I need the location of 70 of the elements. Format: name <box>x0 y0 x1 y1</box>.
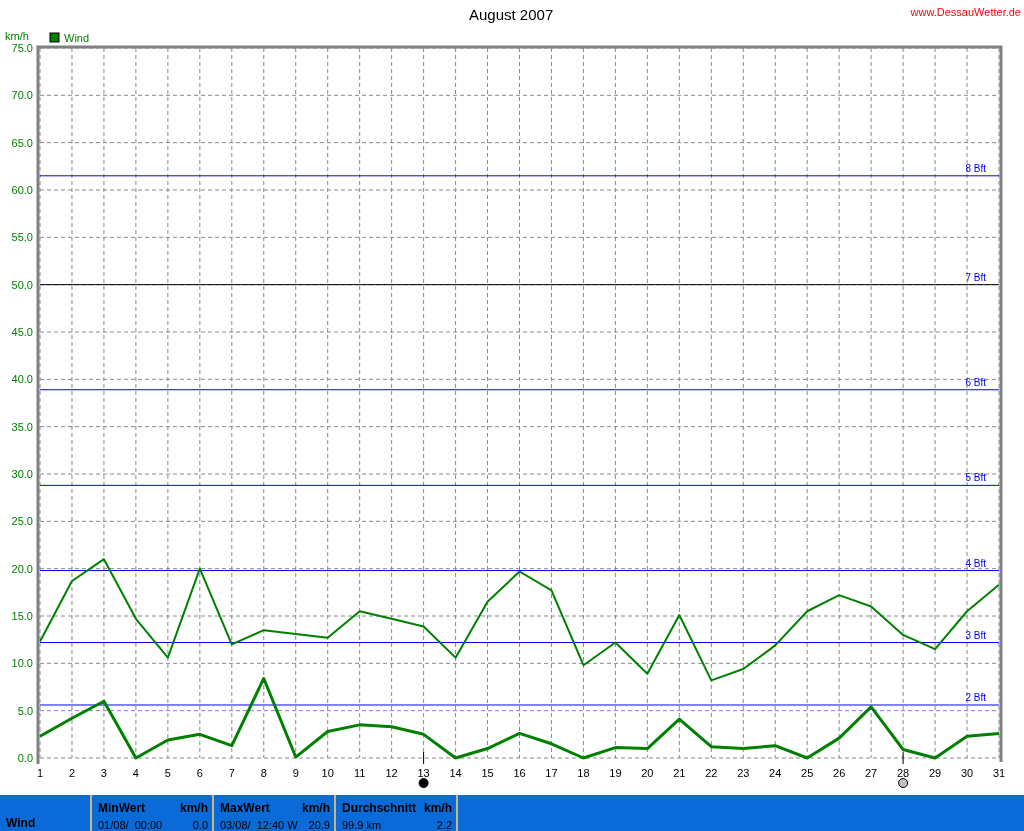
x-tick-label: 17 <box>545 767 558 779</box>
summary-label: Wind <box>6 816 37 830</box>
x-tick-label: 14 <box>449 767 462 779</box>
x-tick-label: 30 <box>960 767 974 779</box>
x-tick-label: 8 <box>260 767 267 779</box>
y-tick-label: 75.0 <box>11 42 33 54</box>
threshold-label: 4 Bft <box>965 557 986 569</box>
y-tick-label: 15.0 <box>11 610 33 622</box>
y-tick-label: 10.0 <box>11 657 33 670</box>
y-tick-label: 30.0 <box>11 468 33 480</box>
y-tick-label: 25.0 <box>11 515 33 528</box>
x-tick-label: 15 <box>481 767 494 779</box>
column-value: 2.2 <box>436 819 452 831</box>
y-tick-label: 0.0 <box>17 752 33 764</box>
x-tick-label: 5 <box>164 767 171 779</box>
x-tick-label: 24 <box>769 767 782 779</box>
x-tick-label: 13 <box>417 767 430 779</box>
legend-label: Wind <box>64 32 90 44</box>
x-tick-label: 11 <box>353 767 366 779</box>
column-detail: 03/08/ 12:40 W <box>220 819 298 831</box>
x-tick-label: 19 <box>609 767 622 779</box>
x-tick-label: 29 <box>928 767 942 779</box>
y-axis-unit: km/h <box>5 30 29 42</box>
x-tick-label: 18 <box>577 767 590 779</box>
column-heading: Durchschnitt <box>342 801 416 815</box>
y-tick-label: 40.0 <box>11 373 33 386</box>
x-tick-label: 31 <box>992 767 1006 779</box>
y-tick-label: 55.0 <box>11 231 33 244</box>
x-tick-label: 12 <box>385 767 398 779</box>
x-tick-label: 20 <box>641 767 654 779</box>
column-heading: MinWert <box>98 801 146 815</box>
x-tick-label: 27 <box>865 767 878 779</box>
x-tick-label: 28 <box>896 767 910 779</box>
y-tick-label: 5.0 <box>17 704 33 717</box>
column-heading: MaxWert <box>220 801 270 815</box>
threshold-label: 3 Bft <box>965 629 986 641</box>
y-tick-label: 50.0 <box>11 278 33 291</box>
column-unit: km/h <box>180 801 208 815</box>
threshold-label: 2 Bft <box>965 692 986 703</box>
threshold-label: 5 Bft <box>965 472 986 484</box>
x-tick-label: 21 <box>673 767 686 779</box>
x-tick-label: 26 <box>833 767 846 779</box>
y-tick-label: 20.0 <box>11 562 33 575</box>
threshold-label: 6 Bft <box>965 376 986 388</box>
y-tick-label: 35.0 <box>11 420 33 433</box>
x-tick-label: 3 <box>100 767 107 779</box>
x-tick-label: 25 <box>801 767 814 779</box>
chart-title: August 2007 <box>469 6 554 23</box>
y-tick-label: 65.0 <box>11 136 33 149</box>
x-tick-label: 4 <box>132 767 139 779</box>
column-detail: 99.9 km <box>342 819 382 831</box>
column-detail: 01/08/ 00:00 <box>98 819 163 831</box>
column-unit: km/h <box>302 801 330 815</box>
x-tick-label: 10 <box>321 767 334 779</box>
threshold-label: 7 Bft <box>965 271 986 283</box>
x-tick-label: 23 <box>737 767 750 779</box>
x-tick-label: 6 <box>196 767 203 779</box>
x-tick-label: 16 <box>513 767 526 779</box>
x-tick-label: 1 <box>36 767 44 779</box>
threshold-label: 8 Bft <box>965 162 986 174</box>
x-tick-label: 7 <box>228 767 235 779</box>
y-tick-label: 60.0 <box>11 184 33 196</box>
column-unit: km/h <box>424 801 452 815</box>
y-tick-label: 70.0 <box>11 89 33 102</box>
x-tick-label: 22 <box>705 767 718 779</box>
column-value: 20.9 <box>308 819 330 831</box>
y-tick-label: 45.0 <box>11 326 33 338</box>
x-tick-label: 2 <box>68 767 76 779</box>
x-tick-label: 9 <box>292 767 299 779</box>
column-value: 0.0 <box>192 819 208 831</box>
